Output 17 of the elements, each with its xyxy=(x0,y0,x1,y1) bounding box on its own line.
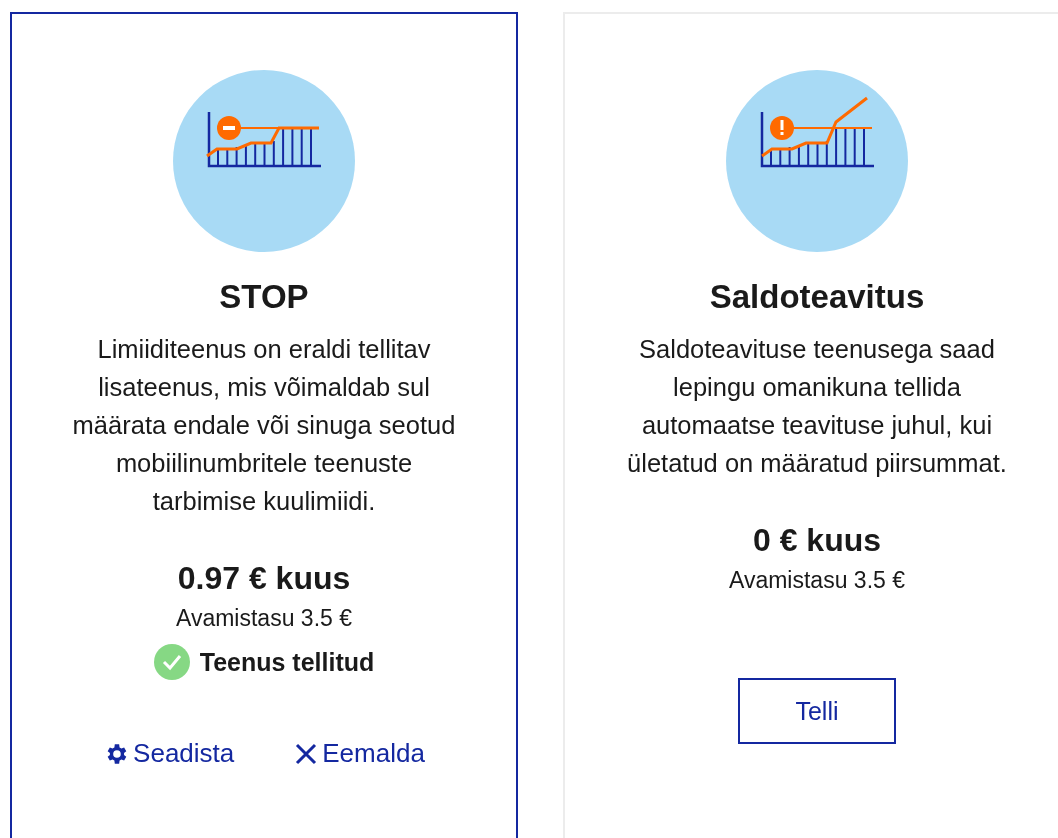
status-text: Teenus tellitud xyxy=(199,647,375,677)
fee: Avamistasu 3.5 € xyxy=(176,605,352,632)
close-icon xyxy=(294,741,319,766)
fee: Avamistasu 3.5 € xyxy=(729,567,905,594)
order-button[interactable]: Telli xyxy=(738,678,896,744)
chart-icon xyxy=(173,70,355,252)
remove-link[interactable]: Eemalda xyxy=(294,738,425,769)
card-title: Saldoteavitus xyxy=(709,278,925,316)
chart-icon xyxy=(726,70,908,252)
settings-link[interactable]: Seadista xyxy=(103,738,235,769)
price: 0 € kuus xyxy=(752,522,882,559)
card-description: Limiiditeenus on eraldi tellitav lisateenus, mis võimaldab sul määrata endale või sinuga seotud mobiilinumbritele teenuste tarbimise kuulimiidi. xyxy=(71,334,457,517)
card-title: STOP xyxy=(219,278,309,316)
service-card[interactable] xyxy=(10,12,518,838)
service-card[interactable]: Saldoteavitus Saldoteavituse teenusega saad lepingu omanikuna tellida automaatse teavituse juhul, kui ületatud on määratud piirsummat. 0 € kuus Avamistasu 3.5 € Telli xyxy=(563,12,1058,838)
price: 0.97 € kuus xyxy=(177,560,351,597)
card-description: Saldoteavituse teenusega saad lepingu omanikuna tellida automaatse teavituse juhul, kui ületatud on määratud piirsummat. xyxy=(626,334,1008,479)
